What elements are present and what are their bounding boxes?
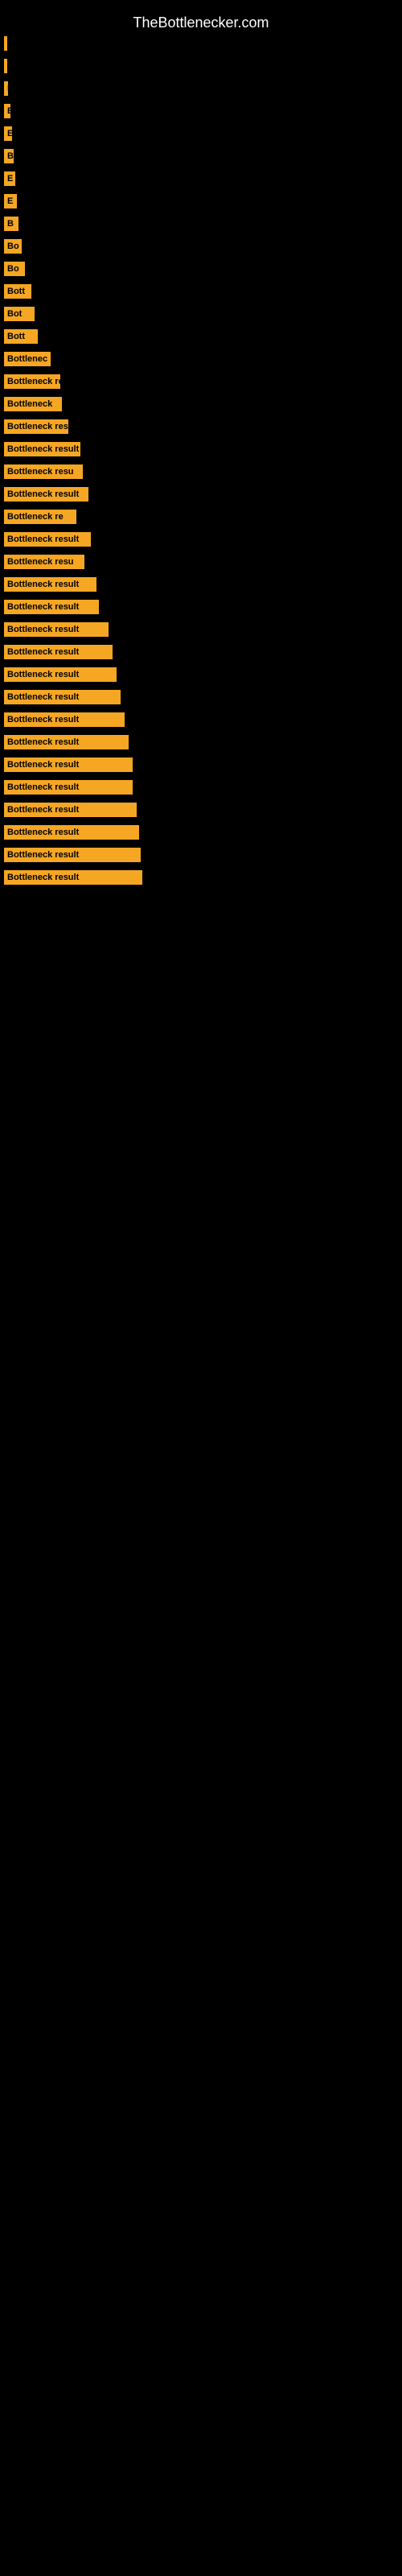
bar-row: Bo: [4, 237, 398, 255]
bar-row: Bottleneck result: [4, 733, 398, 751]
bar-row: Bottleneck resu: [4, 553, 398, 571]
bar: Bot: [4, 307, 35, 321]
bar: Bottleneck result: [4, 577, 96, 592]
bar-row: Bottleneck: [4, 395, 398, 413]
bar-row: Bottleneck result: [4, 621, 398, 638]
bar: Bo: [4, 262, 25, 276]
bar: Bottleneck result: [4, 487, 88, 502]
bar-row: Bottleneck result: [4, 801, 398, 819]
bar-row: Bottleneck re: [4, 373, 398, 390]
bar-row: Bottleneck result: [4, 778, 398, 796]
bar: Bott: [4, 329, 38, 344]
bar: Bottleneck result: [4, 667, 117, 682]
bar: B: [4, 217, 18, 231]
bar-row: Bott: [4, 328, 398, 345]
bar-row: Bottleneck re: [4, 508, 398, 526]
bar: Bottleneck re: [4, 510, 76, 524]
bar-row: E: [4, 102, 398, 120]
bar-row: Bottleneck result: [4, 576, 398, 593]
bar-row: Bottleneck resu: [4, 418, 398, 436]
bar-row: Bot: [4, 305, 398, 323]
bar-row: Bottleneck result: [4, 485, 398, 503]
bar: Bottleneck result: [4, 780, 133, 795]
bars-container: EEEBEEBBoBoBottBotBottBottlenecBottlenec…: [4, 35, 398, 886]
site-title: TheBottlenecker.com: [4, 8, 398, 35]
chart-container: TheBottlenecker.com EEEBEEBBoBoBottBotBo…: [0, 0, 402, 899]
bar: [4, 36, 7, 51]
bar: Bottleneck result: [4, 870, 142, 885]
bar: Bottleneck result: [4, 825, 139, 840]
bar: Bottleneck result: [4, 690, 121, 704]
bar: Bo: [4, 239, 22, 254]
bar: E: [4, 104, 10, 118]
bar: Bottleneck re: [4, 374, 60, 389]
bar-row: Bottleneck resu: [4, 463, 398, 481]
bar-row: Bottleneck result: [4, 756, 398, 774]
bar-row: E: [4, 170, 398, 188]
bar-row: [4, 35, 398, 52]
bar: Bottleneck result: [4, 758, 133, 772]
bar: Bott: [4, 284, 31, 299]
bar: Bottleneck resu: [4, 555, 84, 569]
bar-row: Bottleneck result: [4, 688, 398, 706]
bar-row: Bottleneck result: [4, 846, 398, 864]
bar: Bottleneck result: [4, 600, 99, 614]
bar-row: Bottleneck result: [4, 643, 398, 661]
bar-row: Bottlenec: [4, 350, 398, 368]
bar-row: Bottleneck result: [4, 666, 398, 683]
bar-row: Bo: [4, 260, 398, 278]
bar: Bottleneck result: [4, 532, 91, 547]
bar: Bottleneck result: [4, 735, 129, 749]
bar: Bottleneck result: [4, 442, 80, 456]
bar: B: [4, 149, 14, 163]
bar: Bottlenec: [4, 352, 51, 366]
bar: E: [4, 171, 15, 186]
bar-row: E: [4, 125, 398, 142]
bar-row: Bottleneck result: [4, 598, 398, 616]
bar: Bottleneck result: [4, 848, 141, 862]
bar-row: E: [4, 80, 398, 97]
bar: Bottleneck resu: [4, 464, 83, 479]
bar: Bottleneck result: [4, 622, 109, 637]
bar-row: Bott: [4, 283, 398, 300]
bar: Bottleneck result: [4, 712, 125, 727]
bar: E: [4, 81, 8, 96]
bar: E: [4, 126, 12, 141]
bar-row: Bottleneck result: [4, 440, 398, 458]
bar: Bottleneck resu: [4, 419, 68, 434]
bar: Bottleneck: [4, 397, 62, 411]
bar-row: B: [4, 147, 398, 165]
bar-row: [4, 57, 398, 75]
bar-row: Bottleneck result: [4, 711, 398, 729]
bar: Bottleneck result: [4, 645, 113, 659]
bar: E: [4, 194, 17, 208]
bar-row: Bottleneck result: [4, 869, 398, 886]
bar-row: B: [4, 215, 398, 233]
bar: Bottleneck result: [4, 803, 137, 817]
bar-row: E: [4, 192, 398, 210]
bar: [4, 59, 7, 73]
bar-row: Bottleneck result: [4, 824, 398, 841]
bar-row: Bottleneck result: [4, 530, 398, 548]
